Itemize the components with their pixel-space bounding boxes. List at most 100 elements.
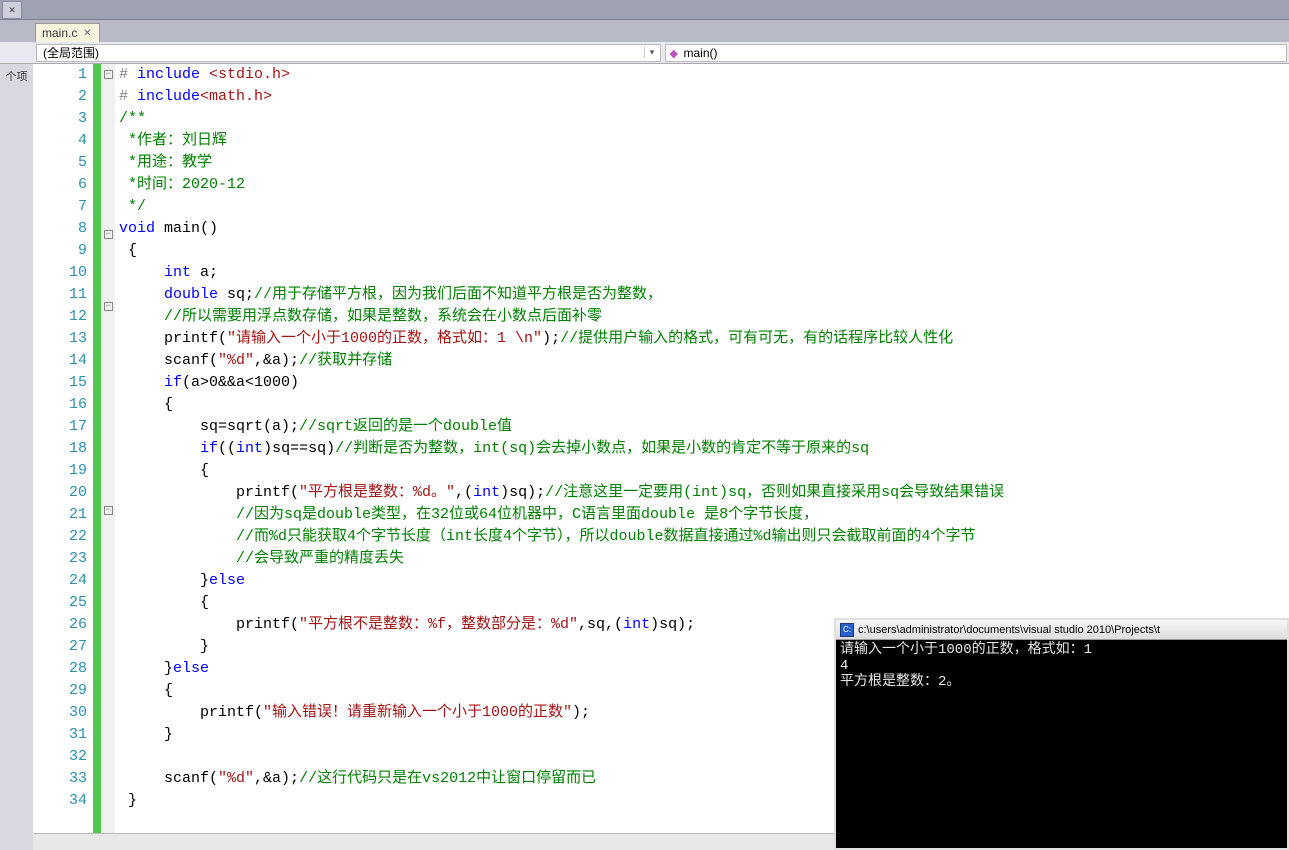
fold-toggle — [101, 252, 115, 274]
code-line[interactable]: //因为sq是double类型，在32位或64位机器中，C语言里面double … — [119, 504, 1004, 526]
line-number: 27 — [33, 636, 87, 658]
console-title-bar[interactable]: C: c:\users\administrator\documents\visu… — [836, 620, 1287, 640]
line-number: 18 — [33, 438, 87, 460]
line-number: 4 — [33, 130, 87, 152]
fold-toggle — [101, 136, 115, 158]
fold-toggle — [101, 274, 115, 296]
function-dropdown[interactable]: ◆ main() — [665, 44, 1288, 62]
code-line[interactable]: *作者：刘日辉 — [119, 130, 1004, 152]
code-line[interactable]: double sq;//用于存储平方根，因为我们后面不知道平方根是否为整数， — [119, 284, 1004, 306]
fold-toggle — [101, 682, 115, 704]
fold-toggle — [101, 792, 115, 814]
line-number: 8 — [33, 218, 87, 240]
line-number: 11 — [33, 284, 87, 306]
console-window: C: c:\users\administrator\documents\visu… — [834, 618, 1289, 850]
console-icon: C: — [840, 623, 854, 637]
code-line[interactable]: */ — [119, 196, 1004, 218]
fold-toggle — [101, 434, 115, 456]
fold-toggle — [101, 770, 115, 792]
line-number: 9 — [33, 240, 87, 262]
fold-toggle — [101, 390, 115, 412]
tab-main-c[interactable]: main.c ✕ — [35, 23, 100, 42]
code-line[interactable]: //所以需要用浮点数存储，如果是整数，系统会在小数点后面补零 — [119, 306, 1004, 328]
code-line[interactable]: { — [119, 240, 1004, 262]
line-number: 31 — [33, 724, 87, 746]
code-line[interactable]: }else — [119, 570, 1004, 592]
line-number: 7 — [33, 196, 87, 218]
navigation-bar: (全局范围) ▾ ◆ main() — [0, 42, 1289, 64]
line-number: 34 — [33, 790, 87, 812]
console-line: 请输入一个小于1000的正数，格式如：1 — [840, 642, 1283, 658]
code-line[interactable]: printf("平方根是整数：%d。",(int)sq);//注意这里一定要用(… — [119, 482, 1004, 504]
side-panel-collapsed[interactable]: 个项 — [0, 64, 33, 850]
line-number: 16 — [33, 394, 87, 416]
fold-toggle — [101, 324, 115, 346]
chevron-down-icon: ▾ — [644, 47, 660, 58]
line-number: 2 — [33, 86, 87, 108]
fold-toggle — [101, 158, 115, 180]
code-line[interactable]: sq=sqrt(a);//sqrt返回的是一个double值 — [119, 416, 1004, 438]
code-line[interactable]: # include<math.h> — [119, 86, 1004, 108]
scope-dropdown-label: (全局范围) — [43, 44, 99, 61]
fold-toggle — [101, 202, 115, 224]
line-number: 13 — [33, 328, 87, 350]
line-number: 26 — [33, 614, 87, 636]
fold-toggle — [101, 528, 115, 550]
line-number: 23 — [33, 548, 87, 570]
code-line[interactable]: if((int)sq==sq)//判断是否为整数，int(sq)会去掉小数点，如… — [119, 438, 1004, 460]
fold-toggle — [101, 660, 115, 682]
function-dropdown-label: main() — [684, 46, 718, 60]
tab-label: main.c — [42, 26, 77, 40]
fold-toggle[interactable]: − — [101, 230, 115, 252]
fold-toggle — [101, 748, 115, 770]
fold-toggle[interactable]: − — [101, 506, 115, 528]
line-number: 32 — [33, 746, 87, 768]
top-toolbar: ✕ — [0, 0, 1289, 20]
line-number: 14 — [33, 350, 87, 372]
code-line[interactable]: //会导致严重的精度丢失 — [119, 548, 1004, 570]
code-line[interactable]: if(a>0&&a<1000) — [119, 372, 1004, 394]
console-line: 4 — [840, 658, 1283, 674]
fold-toggle — [101, 594, 115, 616]
code-line[interactable]: { — [119, 460, 1004, 482]
code-line[interactable]: { — [119, 592, 1004, 614]
fold-toggle[interactable]: − — [101, 302, 115, 324]
fold-toggle — [101, 550, 115, 572]
code-line[interactable]: { — [119, 394, 1004, 416]
fold-toggle — [101, 456, 115, 478]
line-number: 22 — [33, 526, 87, 548]
fold-toggle — [101, 478, 115, 500]
code-line[interactable]: void main() — [119, 218, 1004, 240]
line-number: 30 — [33, 702, 87, 724]
line-number: 28 — [33, 658, 87, 680]
fold-toggle — [101, 412, 115, 434]
line-number: 6 — [33, 174, 87, 196]
line-number: 20 — [33, 482, 87, 504]
close-icon[interactable]: ✕ — [81, 27, 93, 39]
fold-toggle — [101, 616, 115, 638]
line-number: 24 — [33, 570, 87, 592]
code-line[interactable]: *用途：教学 — [119, 152, 1004, 174]
code-line[interactable]: *时间：2020-12 — [119, 174, 1004, 196]
fold-toggle — [101, 180, 115, 202]
method-icon: ◆ — [670, 47, 682, 59]
fold-toggle — [101, 638, 115, 660]
line-number: 1 — [33, 64, 87, 86]
code-line[interactable]: # include <stdio.h> — [119, 64, 1004, 86]
line-number: 15 — [33, 372, 87, 394]
code-line[interactable]: /** — [119, 108, 1004, 130]
code-line[interactable]: printf("请输入一个小于1000的正数，格式如：1 \n");//提供用户… — [119, 328, 1004, 350]
close-panel-button[interactable]: ✕ — [2, 1, 22, 19]
line-number: 3 — [33, 108, 87, 130]
code-line[interactable]: scanf("%d",&a);//获取并存储 — [119, 350, 1004, 372]
fold-toggle — [101, 726, 115, 748]
fold-toggle — [101, 346, 115, 368]
line-number: 21 — [33, 504, 87, 526]
line-number: 29 — [33, 680, 87, 702]
scope-dropdown[interactable]: (全局范围) ▾ — [36, 44, 661, 62]
code-line[interactable]: int a; — [119, 262, 1004, 284]
fold-toggle — [101, 114, 115, 136]
code-line[interactable]: //而%d只能获取4个字节长度（int长度4个字节），所以double数据直接通… — [119, 526, 1004, 548]
fold-toggle[interactable]: − — [101, 70, 115, 92]
line-number: 33 — [33, 768, 87, 790]
